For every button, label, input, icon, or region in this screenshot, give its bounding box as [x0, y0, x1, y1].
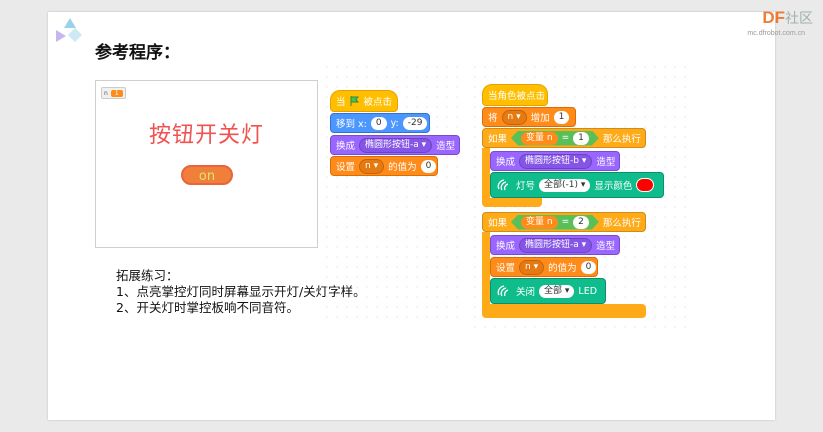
set-label: 设置: [336, 162, 356, 173]
led-off-block[interactable]: 关闭 全部 ▾ LED: [490, 278, 606, 304]
watermark: DF社区: [762, 8, 813, 28]
set-variable-block[interactable]: 设置 n ▾ 的值为 0: [490, 257, 598, 277]
if-label: 如果: [488, 218, 508, 229]
hat-label-post: 被点击: [363, 97, 392, 108]
costume-suffix: 造型: [596, 241, 616, 252]
if-block-end: [482, 198, 542, 207]
stage-title: 按钮开关灯: [148, 123, 264, 148]
variable-name: n: [546, 132, 553, 143]
change-label: 将: [488, 113, 498, 124]
slide-title: 参考程序：: [95, 43, 180, 63]
set-variable-dropdown[interactable]: n ▾: [519, 259, 545, 275]
equals-sign: =: [561, 132, 570, 143]
stage-preview: n 1 按钮开关灯 on: [95, 80, 318, 248]
switch-costume-block[interactable]: 换成 椭圆形按钮-a ▾ 造型: [330, 135, 460, 155]
goto-xy-block[interactable]: 移到 x: 0 y: -29: [330, 113, 430, 133]
watermark-rest: 社区: [785, 10, 813, 26]
goto-x-input[interactable]: 0: [370, 116, 387, 130]
green-flag-icon: [350, 96, 359, 106]
if-then-label: 那么执行: [602, 134, 641, 145]
set-variable-block[interactable]: 设置 n ▾ 的值为 0: [330, 156, 438, 176]
variable-label: 变量: [526, 132, 545, 143]
goto-label: 移到 x:: [336, 119, 367, 130]
if-block[interactable]: 如果 变量 n = 2 那么执行: [482, 212, 646, 232]
color-swatch[interactable]: [636, 178, 655, 192]
if-then-label: 那么执行: [602, 218, 641, 229]
equals-operator[interactable]: 变量 n = 1: [511, 131, 599, 146]
led-label: 灯号: [516, 181, 536, 192]
goto-y-label: y:: [390, 117, 399, 129]
set-variable-dropdown[interactable]: n ▾: [359, 158, 385, 174]
set-label: 设置: [496, 263, 516, 274]
watermark-url: mc.dfrobot.com.cn: [747, 30, 805, 37]
variable-reporter[interactable]: 变量 n: [521, 132, 558, 145]
led-ring-icon: [497, 179, 509, 191]
when-sprite-clicked-block[interactable]: 当角色被点击: [482, 84, 548, 106]
off-dropdown[interactable]: 全部 ▾: [539, 284, 575, 298]
variable-monitor-value: 1: [110, 89, 123, 97]
variable-monitor: n 1: [101, 87, 126, 99]
variable-name: n: [546, 216, 553, 227]
off-label: 关闭: [516, 287, 536, 298]
if-block-arm: [482, 232, 490, 310]
on-button-sprite[interactable]: on: [181, 165, 233, 185]
when-flag-clicked-block[interactable]: 当 被点击: [330, 90, 398, 112]
if-block-end: [482, 304, 646, 318]
costume-dropdown[interactable]: 椭圆形按钮-b ▾: [519, 153, 593, 169]
switch-costume-block[interactable]: 换成 椭圆形按钮-a ▾ 造型: [490, 235, 620, 255]
equals-operator[interactable]: 变量 n = 2: [511, 215, 599, 230]
equals-sign: =: [561, 216, 570, 227]
switch-costume-block[interactable]: 换成 椭圆形按钮-b ▾ 造型: [490, 151, 620, 171]
costume-dropdown[interactable]: 椭圆形按钮-a ▾: [519, 237, 593, 253]
set-value-input[interactable]: 0: [580, 260, 597, 274]
logo-decoration-icon: [56, 18, 83, 43]
costume-label: 换成: [496, 241, 516, 252]
variable-reporter[interactable]: 变量 n: [521, 216, 558, 229]
hat-label: 当角色被点击: [488, 91, 546, 102]
if-block-arm: [482, 148, 490, 200]
costume-suffix: 造型: [436, 141, 456, 152]
hat-label-pre: 当: [336, 97, 346, 108]
set-mid: 的值为: [388, 162, 417, 173]
costume-dropdown[interactable]: 椭圆形按钮-a ▾: [359, 137, 433, 153]
led-suffix: 显示颜色: [594, 181, 633, 192]
off-suffix: LED: [578, 285, 598, 297]
if-label: 如果: [488, 134, 508, 145]
costume-label: 换成: [336, 141, 356, 152]
change-value-input[interactable]: 1: [553, 110, 570, 124]
costume-suffix: 造型: [596, 157, 616, 168]
led-color-block[interactable]: 灯号 全部(-1) ▾ 显示颜色: [490, 172, 664, 198]
costume-label: 换成: [496, 157, 516, 168]
compare-value-input[interactable]: 2: [573, 216, 589, 229]
set-value-input[interactable]: 0: [420, 159, 437, 173]
led-ring-icon: [497, 285, 509, 297]
led-dropdown[interactable]: 全部(-1) ▾: [539, 178, 591, 192]
watermark-brand: DF: [762, 8, 785, 27]
change-mid: 增加: [530, 113, 550, 124]
goto-y-input[interactable]: -29: [402, 116, 428, 130]
if-block[interactable]: 如果 变量 n = 1 那么执行: [482, 128, 646, 148]
change-variable-dropdown[interactable]: n ▾: [501, 109, 527, 125]
compare-value-input[interactable]: 1: [573, 132, 589, 145]
variable-label: 变量: [526, 216, 545, 227]
change-variable-block[interactable]: 将 n ▾ 增加 1: [482, 107, 576, 127]
set-mid: 的值为: [548, 263, 577, 274]
variable-monitor-name: n: [104, 89, 108, 97]
